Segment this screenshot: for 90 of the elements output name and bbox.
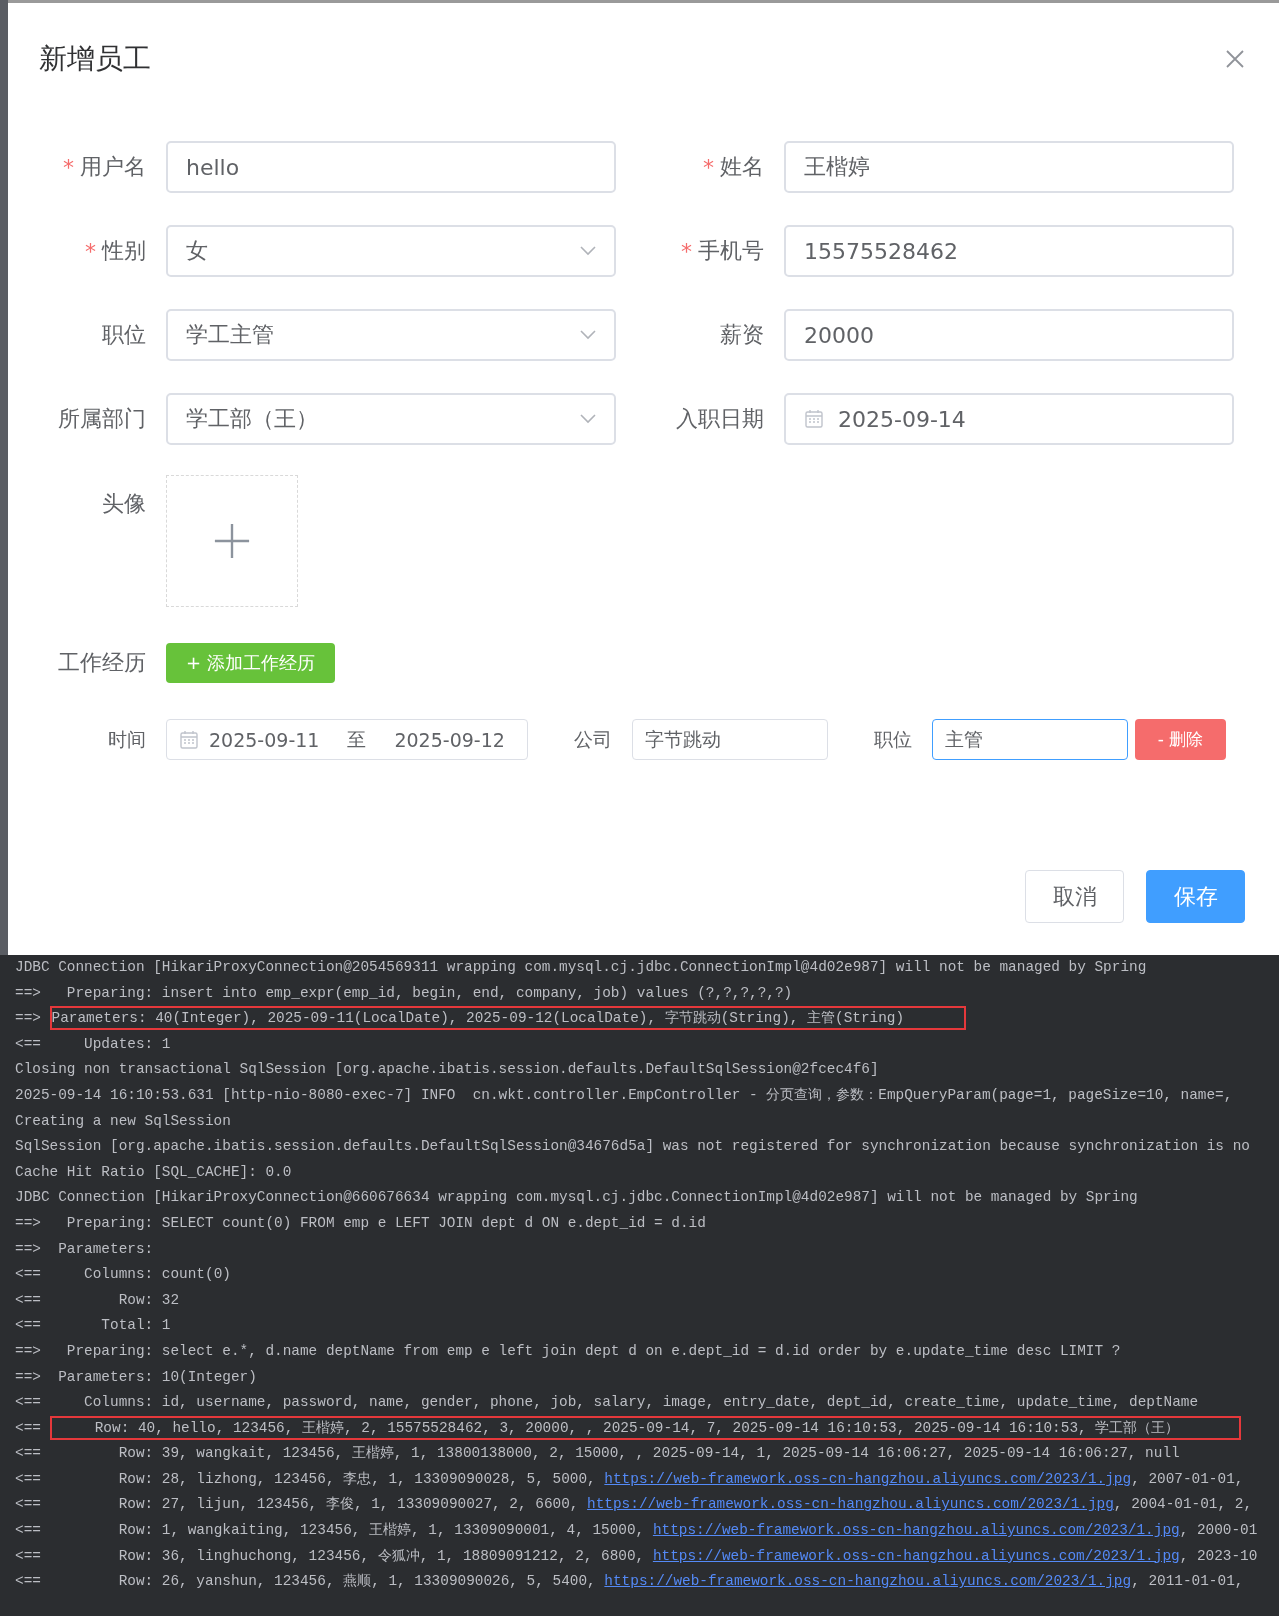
log-text: JDBC Connection [HikariProxyConnection@660676634 wrapping com.mysql.cj.jdbc.ConnectionImpl@4d02e987] will not be managed by Spring bbox=[15, 1189, 1138, 1206]
log-prefix: <== bbox=[15, 1470, 42, 1487]
log-text: , 2004-01-01, 2, bbox=[1113, 1496, 1253, 1513]
log-text: SqlSession [org.apache.ibatis.session.defaults.DefaultSqlSession@34676d5a] was not registered for synchronization because synchronization is no bbox=[15, 1138, 1250, 1155]
log-text: , 2023-10 bbox=[1179, 1547, 1258, 1564]
log-text: , 2011-01-01, bbox=[1131, 1573, 1244, 1590]
log-text: Row: 27, lijun, 123456, 李俊, 1, 13309090027, 2, 6600, bbox=[117, 1496, 580, 1513]
log-link[interactable]: https://web-framework.oss-cn-hangzhou.aliyuncs.com/2023/1.jpg bbox=[652, 1547, 1180, 1564]
field-label: 手机号 bbox=[698, 237, 764, 265]
log-text: , 2007-01-01, bbox=[1131, 1470, 1244, 1487]
field-label: 职位 bbox=[102, 321, 146, 349]
log-text: Row: 1, wangkaiting, 123456, 王楷婷, 1, 13309090001, 4, 15000, bbox=[117, 1522, 646, 1539]
log-text: Cache Hit Ratio [SQL_CACHE]: 0.0 bbox=[15, 1163, 292, 1180]
log-prefix: <== bbox=[15, 1496, 42, 1513]
text-field[interactable]: 20000 bbox=[784, 309, 1234, 361]
log-text: , 2000-01 bbox=[1179, 1522, 1258, 1539]
log-link[interactable]: https://web-framework.oss-cn-hangzhou.aliyuncs.com/2023/1.jpg bbox=[604, 1573, 1132, 1590]
field-label: 头像 bbox=[102, 490, 146, 518]
log-prefix: <== bbox=[15, 1266, 42, 1283]
field-label: 工作经历 bbox=[58, 649, 146, 677]
log-text: Row: 39, wangkait, 123456, 王楷婷, 1, 13800138000, 2, 15000, , 2025-09-14, 1, 2025-09-14 16:06:27, 2025-09-14 16:06:27, null bbox=[117, 1445, 1180, 1462]
field-label: 所属部门 bbox=[58, 405, 146, 433]
log-prefix: <== bbox=[15, 1291, 42, 1308]
calendar-icon bbox=[804, 409, 824, 429]
log-link[interactable]: https://web-framework.oss-cn-hangzhou.aliyuncs.com/2023/1.jpg bbox=[587, 1496, 1114, 1513]
log-prefix: <== bbox=[15, 1573, 42, 1590]
text-field[interactable]: 主管 bbox=[932, 719, 1128, 760]
text-field[interactable]: 15575528462 bbox=[784, 225, 1234, 277]
log-text: Parameters: 10(Integer) bbox=[57, 1368, 257, 1385]
log-text: Total: 1 bbox=[100, 1317, 171, 1334]
dialog-title: 新增员工 bbox=[39, 41, 151, 77]
log-text: Creating a new SqlSession bbox=[15, 1112, 231, 1129]
required-mark: * bbox=[63, 154, 74, 180]
log-prefix: <== bbox=[15, 1547, 42, 1564]
log-text: Preparing: SELECT count(0) FROM emp e LEFT JOIN dept d ON e.dept_id = d.id bbox=[65, 1214, 706, 1231]
log-prefix: <== bbox=[15, 1522, 42, 1539]
log-link[interactable]: https://web-framework.oss-cn-hangzhou.aliyuncs.com/2023/1.jpg bbox=[604, 1470, 1132, 1487]
log-text: Preparing: select e.*, d.name deptName from emp e left join dept d on e.dept_id = d.id order by e.update_time desc LIMIT ? bbox=[65, 1342, 1121, 1359]
log-text: Row: 32 bbox=[117, 1291, 180, 1308]
field-label: 姓名 bbox=[720, 153, 764, 181]
log-text: Columns: id, username, password, name, gender, phone, job, salary, image, entry_date, dept_id, create_time, update_time, deptName bbox=[83, 1394, 1199, 1411]
field-label: 入职日期 bbox=[676, 405, 764, 433]
field-label: 公司 bbox=[574, 726, 612, 752]
required-mark: * bbox=[85, 238, 96, 264]
log-text: JDBC Connection [HikariProxyConnection@2054569311 wrapping com.mysql.cj.jdbc.ConnectionImpl@4d02e987] will not be managed by Spring bbox=[15, 959, 1147, 975]
field-label: 职位 bbox=[874, 726, 912, 752]
log-text: Columns: count(0) bbox=[83, 1266, 231, 1283]
caret-icon bbox=[580, 246, 596, 256]
log-prefix: ==> bbox=[15, 1240, 42, 1257]
required-mark: * bbox=[681, 238, 692, 264]
text-field[interactable]: hello bbox=[166, 141, 616, 193]
log-prefix: <== bbox=[15, 1035, 42, 1052]
log-text: Updates: 1 bbox=[83, 1035, 171, 1052]
log-text: Row: 40, hello, 123456, 王楷婷, 2, 15575528462, 3, 20000, , 2025-09-14, 7, 2025-09-14 16:10:53, 2025-09-14 16:10:53, 学工部（王） bbox=[93, 1419, 1180, 1436]
log-text: Row: 36, linghuchong, 123456, 令狐冲, 1, 18809091212, 2, 6800, bbox=[117, 1547, 646, 1564]
select-field[interactable]: 学工部（王） bbox=[166, 393, 616, 445]
cancel-button[interactable]: 取消 bbox=[1025, 870, 1124, 923]
date-range-field[interactable]: 2025-09-11 至 2025-09-12 bbox=[166, 719, 528, 760]
select-field[interactable]: 学工主管 bbox=[166, 309, 616, 361]
log-text: Row: 26, yanshun, 123456, 燕顺, 1, 13309090026, 5, 5400, bbox=[117, 1573, 597, 1590]
required-mark: * bbox=[703, 154, 714, 180]
close-icon[interactable] bbox=[1225, 49, 1245, 69]
log-prefix: <== bbox=[15, 1419, 42, 1436]
text-field[interactable]: 字节跳动 bbox=[632, 719, 828, 760]
field-label: 薪资 bbox=[720, 321, 764, 349]
caret-icon bbox=[580, 414, 596, 424]
caret-icon bbox=[580, 330, 596, 340]
field-label: 时间 bbox=[108, 726, 146, 752]
log-text: Parameters: bbox=[57, 1240, 154, 1257]
log-text: Parameters: 40(Integer), 2025-09-11(LocalDate), 2025-09-12(LocalDate), 字节跳动(String), 主管(String) bbox=[51, 1010, 905, 1027]
log-text: Row: 28, lizhong, 123456, 李忠, 1, 13309090028, 5, 5000, bbox=[117, 1470, 597, 1487]
log-prefix: <== bbox=[15, 1394, 42, 1411]
log-prefix: ==> bbox=[15, 1214, 42, 1231]
date-field[interactable]: 2025-09-14 bbox=[784, 393, 1234, 445]
log-prefix: ==> bbox=[15, 1010, 42, 1027]
log-text: Preparing: insert into emp_expr(emp_id, begin, end, company, job) values (?,?,?,?,?) bbox=[65, 984, 793, 1001]
log-text: Closing non transactional SqlSession [org.apache.ibatis.session.defaults.DefaultSqlSession@2fcec4f6] bbox=[15, 1061, 879, 1078]
log-prefix: <== bbox=[15, 1317, 42, 1334]
log-link[interactable]: https://web-framework.oss-cn-hangzhou.aliyuncs.com/2023/1.jpg bbox=[652, 1522, 1180, 1539]
log-text: 2025-09-14 16:10:53.631 [http-nio-8080-exec-7] INFO cn.wkt.controller.EmpController - 分页查询，参数：EmpQueryParam(page=1, pageSize=10, name=, bbox=[15, 1086, 1233, 1103]
log-prefix: <== bbox=[15, 1445, 42, 1462]
field-label: 性别 bbox=[102, 237, 146, 265]
select-field[interactable]: 女 bbox=[166, 225, 616, 277]
text-field[interactable]: 王楷婷 bbox=[784, 141, 1234, 193]
plus-icon bbox=[213, 522, 251, 560]
log-prefix: ==> bbox=[15, 1368, 42, 1385]
calendar-icon bbox=[179, 729, 199, 750]
log-prefix: ==> bbox=[15, 984, 42, 1001]
log-prefix: ==> bbox=[15, 1342, 42, 1359]
field-label: 用户名 bbox=[80, 153, 146, 181]
